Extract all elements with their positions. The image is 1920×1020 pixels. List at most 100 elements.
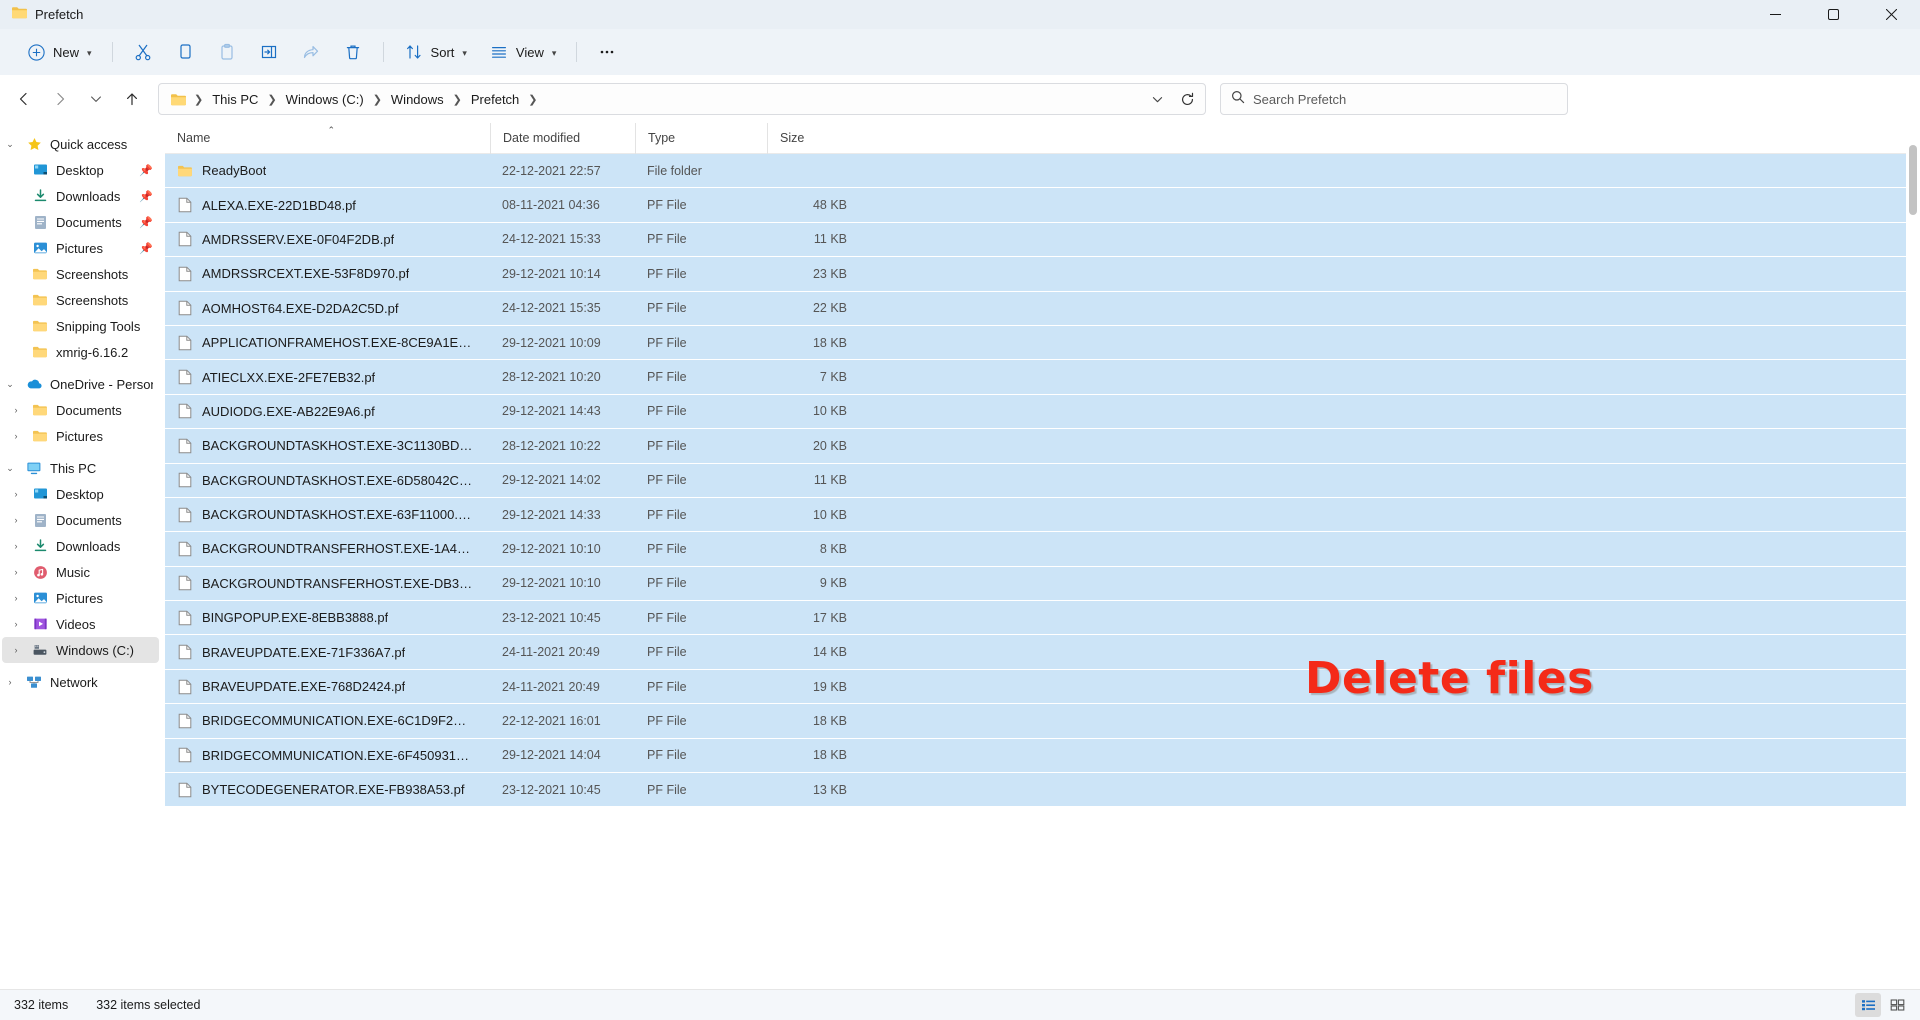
file-name-cell[interactable]: ATIECLXX.EXE-2FE7EB32.pf	[165, 369, 490, 385]
more-options-button[interactable]	[587, 35, 627, 69]
sidebar-item-snipping-tools[interactable]: Snipping Tools	[2, 313, 159, 339]
pin-icon[interactable]: 📌	[139, 242, 153, 255]
sidebar-item-pc-downloads[interactable]: › Downloads	[2, 533, 159, 559]
sidebar-item-pc-pictures[interactable]: › Pictures	[2, 585, 159, 611]
search-box[interactable]	[1220, 83, 1568, 115]
table-row[interactable]: BACKGROUNDTRANSFERHOST.EXE-DB3…29-12-202…	[165, 567, 1920, 600]
sidebar-item-windows-c[interactable]: › Windows (C:)	[2, 637, 159, 663]
copy-button[interactable]	[165, 35, 205, 69]
sidebar-item-pc-documents[interactable]: › Documents	[2, 507, 159, 533]
sidebar-item-screenshots-2[interactable]: Screenshots	[2, 287, 159, 313]
sidebar-item-onedrive-pictures[interactable]: › Pictures	[2, 423, 159, 449]
address-bar[interactable]: ❯ This PC ❯ Windows (C:) ❯ Windows ❯ Pre…	[158, 83, 1206, 115]
file-name-cell[interactable]: APPLICATIONFRAMEHOST.EXE-8CE9A1E…	[165, 335, 490, 351]
address-dropdown-button[interactable]	[1143, 86, 1171, 112]
file-name-cell[interactable]: AUDIODG.EXE-AB22E9A6.pf	[165, 403, 490, 419]
chevron-right-icon[interactable]: ›	[2, 677, 18, 687]
view-button[interactable]: View ▾	[479, 35, 566, 69]
table-row[interactable]: BRIDGECOMMUNICATION.EXE-6C1D9F2…22-12-20…	[165, 704, 1920, 737]
sidebar-item-documents[interactable]: Documents 📌	[2, 209, 159, 235]
new-button[interactable]: New ▾	[16, 35, 102, 69]
details-view-button[interactable]	[1855, 993, 1881, 1017]
cut-button[interactable]	[123, 35, 163, 69]
table-row[interactable]: BACKGROUNDTRANSFERHOST.EXE-1A4…29-12-202…	[165, 532, 1920, 565]
table-row[interactable]: BRAVEUPDATE.EXE-71F336A7.pf24-11-2021 20…	[165, 635, 1920, 668]
sidebar-group-this-pc[interactable]: ⌄ This PC	[2, 455, 159, 481]
chevron-right-icon[interactable]: ›	[8, 645, 24, 655]
sidebar-group-onedrive[interactable]: ⌄ OneDrive - Personal	[2, 371, 159, 397]
file-name-cell[interactable]: AMDRSSERV.EXE-0F04F2DB.pf	[165, 231, 490, 247]
breadcrumb-this-pc[interactable]: This PC	[206, 89, 264, 110]
table-row[interactable]: BACKGROUNDTASKHOST.EXE-6D58042C…29-12-20…	[165, 464, 1920, 497]
table-row[interactable]: BRAVEUPDATE.EXE-768D2424.pf24-11-2021 20…	[165, 670, 1920, 703]
table-row[interactable]: ATIECLXX.EXE-2FE7EB32.pf28-12-2021 10:20…	[165, 360, 1920, 393]
table-row[interactable]: ReadyBoot22-12-2021 22:57File folder	[165, 154, 1920, 187]
chevron-right-icon[interactable]: ›	[8, 619, 24, 629]
file-name-cell[interactable]: BINGPOPUP.EXE-8EBB3888.pf	[165, 610, 490, 626]
pin-icon[interactable]: 📌	[139, 164, 153, 177]
breadcrumb-windows[interactable]: Windows	[385, 89, 450, 110]
back-button[interactable]	[8, 83, 40, 115]
pin-icon[interactable]: 📌	[139, 216, 153, 229]
sidebar-item-pc-music[interactable]: › Music	[2, 559, 159, 585]
column-header-type[interactable]: Type	[635, 123, 767, 154]
sort-button[interactable]: Sort ▾	[394, 35, 477, 69]
file-name-cell[interactable]: BACKGROUNDTASKHOST.EXE-3C1130BD…	[165, 438, 490, 454]
column-header-date-modified[interactable]: Date modified	[490, 123, 635, 154]
table-row[interactable]: AMDRSSRCEXT.EXE-53F8D970.pf29-12-2021 10…	[165, 257, 1920, 290]
sidebar-item-screenshots-1[interactable]: Screenshots	[2, 261, 159, 287]
refresh-button[interactable]	[1173, 86, 1201, 112]
table-row[interactable]: BACKGROUNDTASKHOST.EXE-63F11000.…29-12-2…	[165, 498, 1920, 531]
chevron-down-icon[interactable]: ⌄	[2, 379, 18, 390]
minimize-button[interactable]	[1746, 0, 1804, 29]
file-name-cell[interactable]: BACKGROUNDTRANSFERHOST.EXE-1A4…	[165, 541, 490, 557]
file-name-cell[interactable]: BACKGROUNDTASKHOST.EXE-63F11000.…	[165, 507, 490, 523]
table-row[interactable]: BYTECODEGENERATOR.EXE-FB938A53.pf23-12-2…	[165, 773, 1920, 806]
table-row[interactable]: BINGPOPUP.EXE-8EBB3888.pf23-12-2021 10:4…	[165, 601, 1920, 634]
sidebar-group-quick-access[interactable]: ⌄ Quick access	[2, 131, 159, 157]
sidebar-item-downloads[interactable]: Downloads 📌	[2, 183, 159, 209]
file-name-cell[interactable]: AMDRSSRCEXT.EXE-53F8D970.pf	[165, 266, 490, 282]
breadcrumb-prefetch[interactable]: Prefetch	[465, 89, 525, 110]
sidebar-item-desktop[interactable]: Desktop 📌	[2, 157, 159, 183]
sidebar-item-pc-videos[interactable]: › Videos	[2, 611, 159, 637]
table-row[interactable]: ALEXA.EXE-22D1BD48.pf08-11-2021 04:36PF …	[165, 188, 1920, 221]
vertical-scrollbar[interactable]	[1906, 123, 1920, 989]
breadcrumb-windows-c[interactable]: Windows (C:)	[280, 89, 370, 110]
recent-locations-button[interactable]	[80, 83, 112, 115]
chevron-right-icon[interactable]: ›	[8, 489, 24, 499]
sidebar-group-network[interactable]: › Network	[2, 669, 159, 695]
table-row[interactable]: AMDRSSERV.EXE-0F04F2DB.pf24-12-2021 15:3…	[165, 223, 1920, 256]
chevron-right-icon[interactable]: ›	[8, 431, 24, 441]
file-name-cell[interactable]: BACKGROUNDTRANSFERHOST.EXE-DB3…	[165, 575, 490, 591]
sidebar-item-pc-desktop[interactable]: › Desktop	[2, 481, 159, 507]
table-row[interactable]: AOMHOST64.EXE-D2DA2C5D.pf24-12-2021 15:3…	[165, 292, 1920, 325]
file-rows[interactable]: ReadyBoot22-12-2021 22:57File folderALEX…	[165, 154, 1920, 989]
delete-button[interactable]	[333, 35, 373, 69]
chevron-right-icon[interactable]: ›	[8, 541, 24, 551]
file-name-cell[interactable]: AOMHOST64.EXE-D2DA2C5D.pf	[165, 300, 490, 316]
file-name-cell[interactable]: BRIDGECOMMUNICATION.EXE-6C1D9F2…	[165, 713, 490, 729]
chevron-down-icon[interactable]: ⌄	[2, 463, 18, 474]
file-name-cell[interactable]: BRAVEUPDATE.EXE-71F336A7.pf	[165, 644, 490, 660]
chevron-right-icon[interactable]: ›	[8, 515, 24, 525]
share-button[interactable]	[291, 35, 331, 69]
table-row[interactable]: APPLICATIONFRAMEHOST.EXE-8CE9A1E…29-12-2…	[165, 326, 1920, 359]
sidebar-item-onedrive-documents[interactable]: › Documents	[2, 397, 159, 423]
maximize-button[interactable]	[1804, 0, 1862, 29]
paste-button[interactable]	[207, 35, 247, 69]
file-name-cell[interactable]: BYTECODEGENERATOR.EXE-FB938A53.pf	[165, 782, 490, 798]
sidebar-item-xmrig[interactable]: xmrig-6.16.2	[2, 339, 159, 365]
chevron-right-icon[interactable]: ›	[8, 567, 24, 577]
column-header-size[interactable]: Size	[767, 123, 861, 154]
search-input[interactable]	[1253, 92, 1557, 107]
chevron-down-icon[interactable]: ⌄	[2, 139, 18, 150]
close-button[interactable]	[1862, 0, 1920, 29]
up-button[interactable]	[116, 83, 148, 115]
scrollbar-thumb[interactable]	[1909, 145, 1917, 215]
pin-icon[interactable]: 📌	[139, 190, 153, 203]
column-header-name[interactable]: ⌃ Name	[165, 123, 490, 154]
table-row[interactable]: BACKGROUNDTASKHOST.EXE-3C1130BD…28-12-20…	[165, 429, 1920, 462]
table-row[interactable]: BRIDGECOMMUNICATION.EXE-6F450931…29-12-2…	[165, 739, 1920, 772]
chevron-right-icon[interactable]: ›	[8, 593, 24, 603]
